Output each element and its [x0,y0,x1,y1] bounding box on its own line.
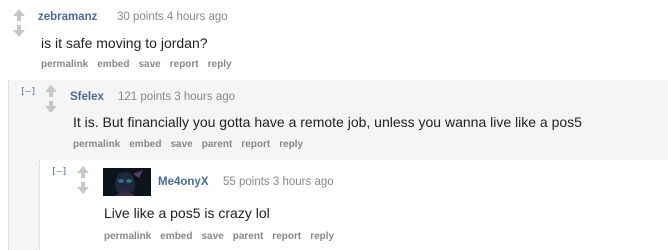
collapse-toggle[interactable]: [–] [51,167,67,177]
comment-meta: 121 points 3 hours ago [118,91,235,103]
user-avatar[interactable] [103,168,151,196]
reply-button[interactable]: reply [279,139,303,150]
comment-time: 3 hours ago [174,91,236,103]
vote-arrows [44,84,58,114]
collapse-toggle[interactable]: [–] [20,87,36,97]
comment-author[interactable]: Sfelex [70,91,104,103]
comment-buttons: permalink embed save parent report reply [73,139,312,150]
parent-button[interactable]: parent [233,231,264,242]
report-button[interactable]: report [170,59,199,70]
save-button[interactable]: save [201,231,223,242]
upvote-arrow-icon[interactable] [44,84,58,98]
downvote-arrow-icon[interactable] [12,24,26,38]
comment-meta: 30 points 4 hours ago [117,11,228,23]
comment-points: 30 points [117,11,164,23]
report-button[interactable]: report [241,139,270,150]
comment-time: 4 hours ago [166,11,228,23]
upvote-arrow-icon[interactable] [12,8,26,22]
reply-button[interactable]: reply [208,59,232,70]
comment-author[interactable]: zebramanz [38,11,97,23]
comment-buttons: permalink embed save report reply [41,59,241,70]
vote-arrows [76,165,90,195]
upvote-arrow-icon[interactable] [76,165,90,179]
downvote-arrow-icon[interactable] [76,181,90,195]
parent-button[interactable]: parent [202,139,233,150]
comment-body: It is. But financially you gotta have a … [73,114,582,130]
permalink-button[interactable]: permalink [73,139,120,150]
comment-body: is it safe moving to jordan? [41,35,208,51]
comment-author[interactable]: Me4onyX [158,176,209,188]
save-button[interactable]: save [138,59,160,70]
comment-meta: 55 points 3 hours ago [223,176,334,188]
save-button[interactable]: save [170,139,192,150]
comment-points: 121 points [118,91,172,103]
report-button[interactable]: report [272,231,301,242]
vote-arrows [12,8,26,38]
reply-button[interactable]: reply [310,231,334,242]
permalink-button[interactable]: permalink [41,59,88,70]
comment-buttons: permalink embed save parent report reply [104,231,343,242]
embed-button[interactable]: embed [97,59,129,70]
downvote-arrow-icon[interactable] [44,100,58,114]
comment-points: 55 points [223,176,270,188]
embed-button[interactable]: embed [129,139,161,150]
comment-body: Live like a pos5 is crazy lol [104,205,270,221]
embed-button[interactable]: embed [160,231,192,242]
comment-time: 3 hours ago [272,176,334,188]
permalink-button[interactable]: permalink [104,231,151,242]
avatar-image-icon [103,168,151,196]
